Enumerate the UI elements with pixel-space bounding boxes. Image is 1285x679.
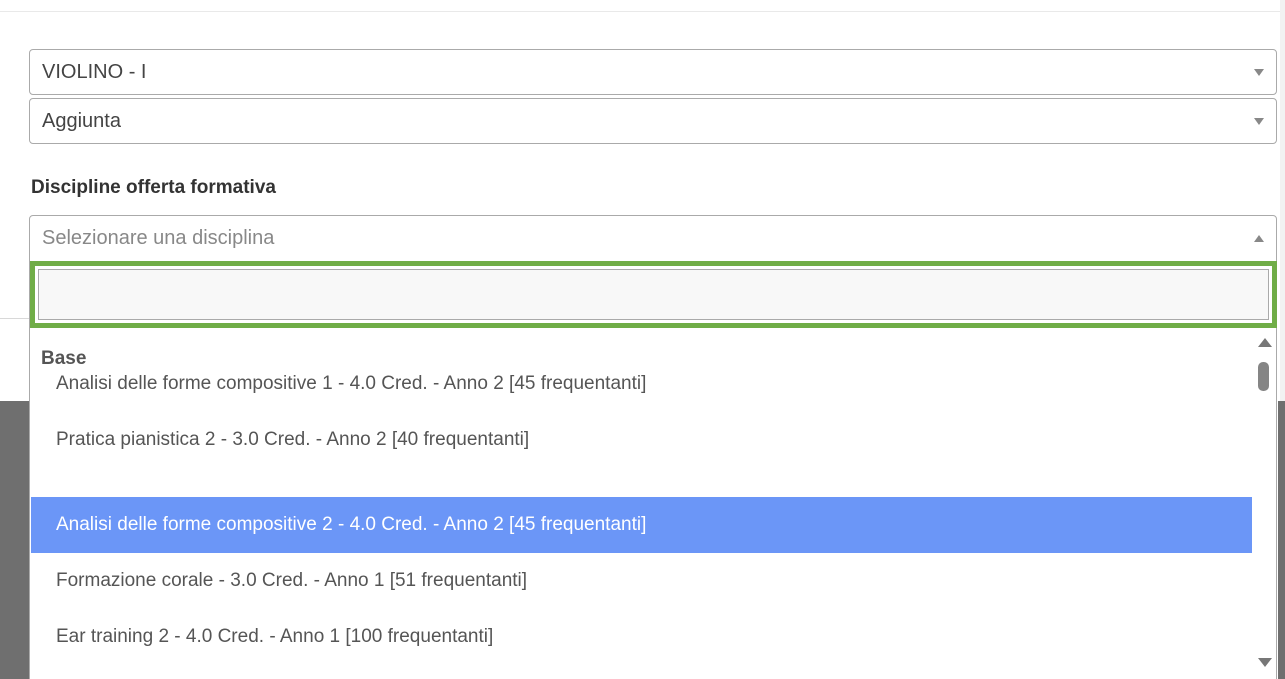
instrument-select-value: VIOLINO - I [42, 61, 147, 83]
list-item-highlighted[interactable]: Analisi delle forme compositive 2 - 4.0 … [31, 497, 1252, 553]
type-select[interactable]: Aggiunta [29, 98, 1277, 144]
list-item[interactable]: Ear training 2 - 4.0 Cred. - Anno 1 [100… [31, 609, 1252, 665]
disciplines-label: Discipline offerta formativa [31, 177, 276, 198]
instrument-select[interactable]: VIOLINO - I [29, 49, 1277, 95]
list-item[interactable]: Analisi delle forme compositive 1 - 4.0 … [31, 356, 1252, 412]
background-divider [0, 318, 30, 319]
dropdown-search-input[interactable] [38, 269, 1269, 320]
list-item[interactable]: Formazione corale - 3.0 Cred. - Anno 1 [… [31, 553, 1252, 609]
type-select-value: Aggiunta [42, 110, 121, 132]
disciplines-select-placeholder: Selezionare una disciplina [42, 227, 275, 249]
background-overlay-right [1278, 401, 1285, 679]
background-overlay-left [0, 401, 30, 679]
list-item[interactable]: Pratica pianistica 2 - 3.0 Cred. - Anno … [31, 412, 1252, 468]
dropdown-scrollbar[interactable] [1253, 333, 1275, 679]
caret-up-icon [1254, 235, 1264, 242]
scroll-down-arrow-icon[interactable] [1258, 658, 1272, 667]
scroll-up-arrow-icon[interactable] [1258, 338, 1272, 347]
scrollbar-thumb[interactable] [1258, 362, 1269, 391]
caret-down-icon [1254, 69, 1264, 76]
dropdown-search-focus-outline [30, 261, 1277, 328]
top-divider [0, 11, 1285, 12]
caret-down-icon [1254, 118, 1264, 125]
disciplines-select[interactable]: Selezionare una disciplina [29, 215, 1277, 261]
